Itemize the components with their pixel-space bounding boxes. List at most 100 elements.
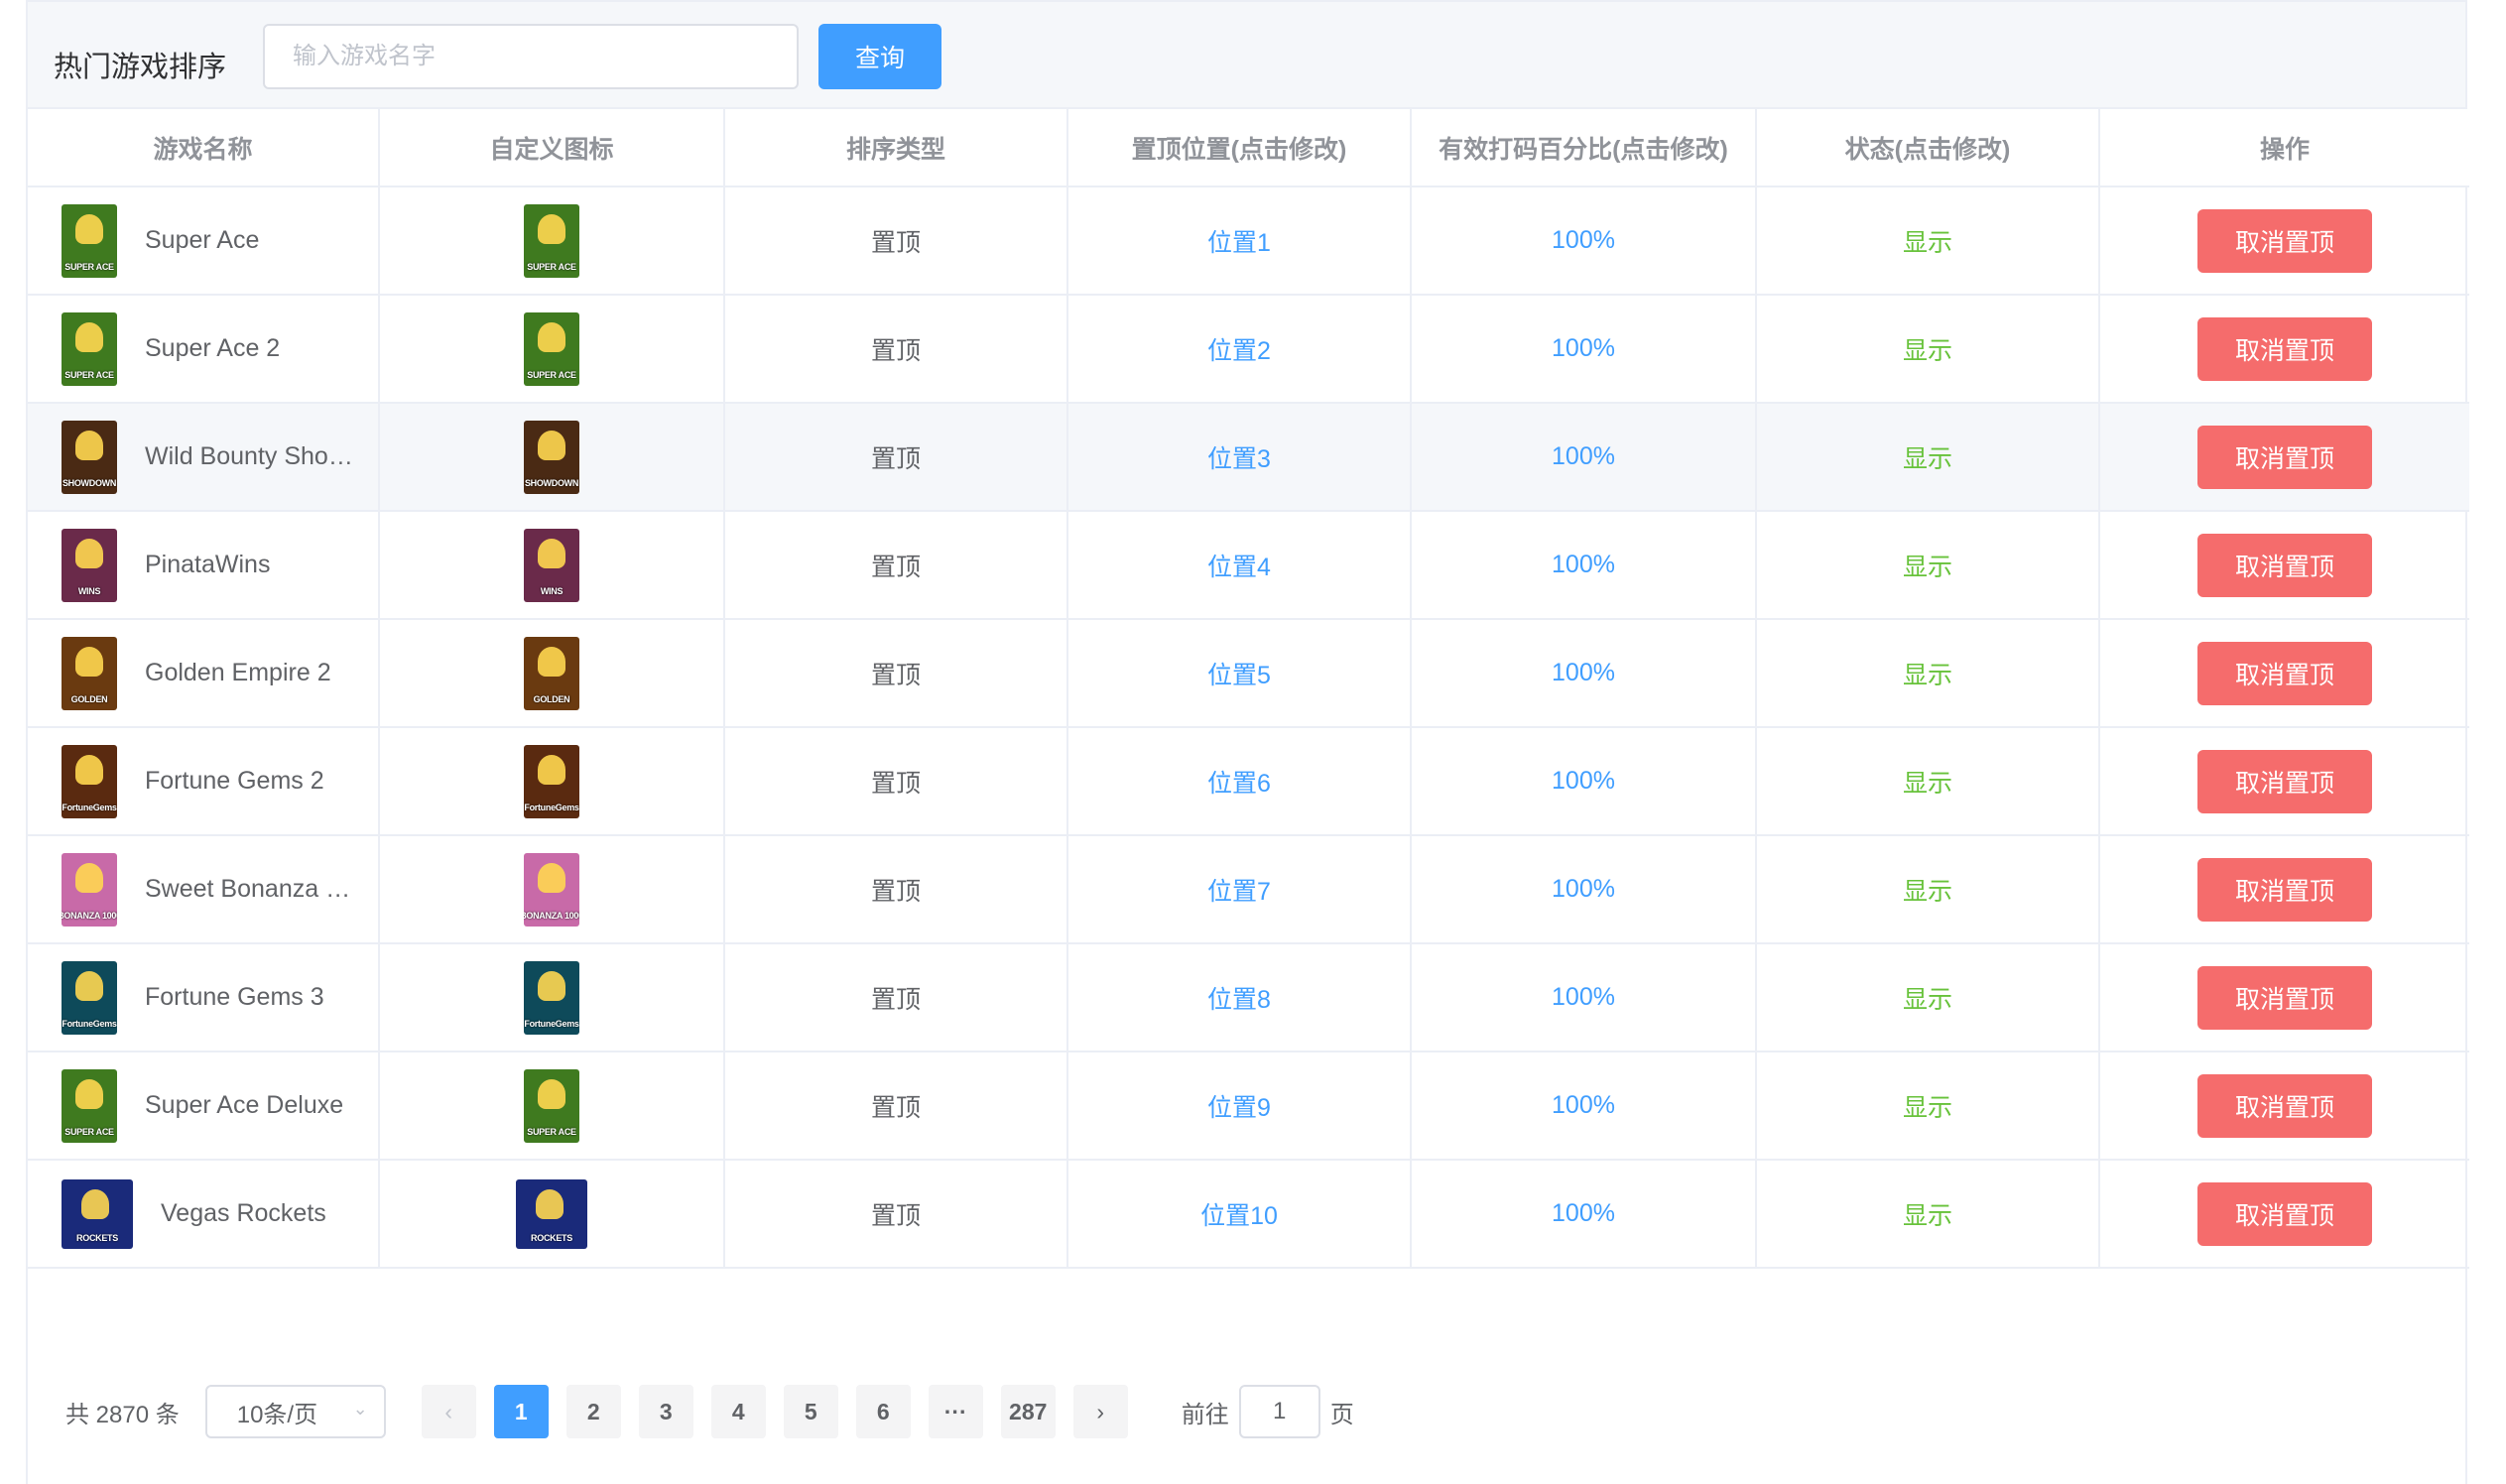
action-cell: 取消置顶 <box>2099 1051 2469 1161</box>
pin-position-link[interactable]: 位置10 <box>1200 1202 1278 1230</box>
pin-position-cell: 位置10 <box>1067 1160 1412 1269</box>
status-toggle[interactable]: 显示 <box>1903 986 1952 1014</box>
game-thumbnail: GOLDEN <box>62 636 117 710</box>
status-toggle[interactable]: 显示 <box>1903 878 1952 906</box>
page-number-button[interactable]: 3 <box>638 1385 693 1438</box>
game-name: Super Ace Deluxe <box>145 1091 344 1119</box>
valid-bet-percent-cell: 100% <box>1411 835 1757 944</box>
game-name-cell: FortuneGems Fortune Gems 3 <box>28 943 380 1052</box>
status-toggle[interactable]: 显示 <box>1903 229 1952 257</box>
table-row: SHOWDOWN Wild Bounty Sho… SHOWDOWN 置顶 位置… <box>28 403 2469 512</box>
status-toggle[interactable]: 显示 <box>1903 770 1952 798</box>
chevron-left-icon: ‹ <box>444 1398 453 1424</box>
pin-position-cell: 位置7 <box>1067 835 1412 944</box>
action-cell: 取消置顶 <box>2099 727 2469 836</box>
game-name-cell: WINS PinataWins <box>28 511 380 620</box>
valid-bet-percent-link[interactable]: 100% <box>1552 983 1615 1011</box>
game-thumbnail: ROCKETS <box>62 1178 133 1249</box>
valid-bet-percent-link[interactable]: 100% <box>1552 1199 1615 1227</box>
page-number-button[interactable]: 6 <box>855 1385 911 1438</box>
custom-icon-cell: SHOWDOWN <box>379 403 725 512</box>
prev-page-button[interactable]: ‹ <box>421 1385 476 1438</box>
unpin-button[interactable]: 取消置顶 <box>2197 316 2372 381</box>
valid-bet-percent-link[interactable]: 100% <box>1552 442 1615 470</box>
status-cell: 显示 <box>1756 295 2100 404</box>
custom-game-icon: SUPER ACE <box>524 1068 579 1143</box>
status-toggle[interactable]: 显示 <box>1903 337 1952 365</box>
status-toggle[interactable]: 显示 <box>1903 445 1952 473</box>
unpin-button[interactable]: 取消置顶 <box>2197 425 2372 489</box>
chevron-down-icon: ⌄ <box>352 1399 368 1419</box>
next-page-button[interactable]: › <box>1072 1385 1128 1438</box>
status-toggle[interactable]: 显示 <box>1903 1202 1952 1230</box>
pin-position-link[interactable]: 位置8 <box>1207 986 1271 1014</box>
unpin-button[interactable]: 取消置顶 <box>2197 1181 2372 1246</box>
sort-type-cell: 置顶 <box>724 943 1068 1052</box>
page-ellipsis-button[interactable]: ··· <box>928 1385 983 1438</box>
page-number-button[interactable]: 4 <box>710 1385 766 1438</box>
unpin-button[interactable]: 取消置顶 <box>2197 857 2372 922</box>
goto-page-input[interactable] <box>1238 1385 1320 1438</box>
custom-icon-cell: FortuneGems <box>379 727 725 836</box>
table-row: SUPER ACE Super Ace 2 SUPER ACE 置顶 位置2 1… <box>28 295 2469 404</box>
custom-icon-cell: GOLDEN <box>379 619 725 728</box>
valid-bet-percent-link[interactable]: 100% <box>1552 226 1615 254</box>
table-row: FortuneGems Fortune Gems 3 FortuneGems 置… <box>28 943 2469 1052</box>
sort-type-cell: 置顶 <box>724 403 1068 512</box>
action-cell: 取消置顶 <box>2099 1160 2469 1269</box>
status-toggle[interactable]: 显示 <box>1903 554 1952 581</box>
valid-bet-percent-link[interactable]: 100% <box>1552 875 1615 903</box>
table-row: ROCKETS Vegas Rockets ROCKETS 置顶 位置10 10… <box>28 1160 2469 1269</box>
page-number-button[interactable]: 1 <box>493 1385 549 1438</box>
valid-bet-percent-link[interactable]: 100% <box>1552 334 1615 362</box>
unpin-button[interactable]: 取消置顶 <box>2197 533 2372 597</box>
pin-position-link[interactable]: 位置9 <box>1207 1094 1271 1122</box>
pin-position-link[interactable]: 位置5 <box>1207 662 1271 689</box>
pin-position-link[interactable]: 位置4 <box>1207 554 1271 581</box>
action-cell: 取消置顶 <box>2099 619 2469 728</box>
valid-bet-percent-link[interactable]: 100% <box>1552 767 1615 795</box>
table-row: SUPER ACE Super Ace SUPER ACE 置顶 位置1 100… <box>28 186 2469 296</box>
table-row: WINS PinataWins WINS 置顶 位置4 100% 显示 取消置顶 <box>28 511 2469 620</box>
game-name: Super Ace <box>145 226 260 254</box>
valid-bet-percent-link[interactable]: 100% <box>1552 551 1615 578</box>
pin-position-link[interactable]: 位置2 <box>1207 337 1271 365</box>
game-name-search-input[interactable] <box>263 24 799 89</box>
pin-position-cell: 位置1 <box>1067 186 1412 296</box>
table-row: FortuneGems Fortune Gems 2 FortuneGems 置… <box>28 727 2469 836</box>
column-header-game-name: 游戏名称 <box>28 109 380 187</box>
sort-type-cell: 置顶 <box>724 1051 1068 1161</box>
pin-position-link[interactable]: 位置7 <box>1207 878 1271 906</box>
page-number-button[interactable]: 5 <box>783 1385 838 1438</box>
action-cell: 取消置顶 <box>2099 943 2469 1052</box>
valid-bet-percent-cell: 100% <box>1411 727 1757 836</box>
status-toggle[interactable]: 显示 <box>1903 1094 1952 1122</box>
chevron-right-icon: › <box>1096 1398 1105 1424</box>
pin-position-link[interactable]: 位置1 <box>1207 229 1271 257</box>
unpin-button[interactable]: 取消置顶 <box>2197 749 2372 813</box>
game-name: Sweet Bonanza … <box>145 875 351 903</box>
valid-bet-percent-link[interactable]: 100% <box>1552 659 1615 686</box>
valid-bet-percent-link[interactable]: 100% <box>1552 1091 1615 1119</box>
pin-position-link[interactable]: 位置6 <box>1207 770 1271 798</box>
query-button[interactable]: 查询 <box>818 24 941 89</box>
status-cell: 显示 <box>1756 727 2100 836</box>
sort-type-cell: 置顶 <box>724 186 1068 296</box>
unpin-button[interactable]: 取消置顶 <box>2197 965 2372 1030</box>
unpin-button[interactable]: 取消置顶 <box>2197 208 2372 273</box>
game-thumbnail: SUPER ACE <box>62 1068 117 1143</box>
custom-game-icon: SUPER ACE <box>524 203 579 278</box>
unpin-button[interactable]: 取消置顶 <box>2197 1073 2372 1138</box>
game-sort-panel: 热门游戏排序 查询 游戏名称 自定义图标 排序类型 置顶位置(点击修改) 有效打… <box>26 0 2469 1484</box>
page-number-button[interactable]: 287 <box>1000 1385 1056 1438</box>
page-number-button[interactable]: 2 <box>565 1385 621 1438</box>
pin-position-cell: 位置3 <box>1067 403 1412 512</box>
toolbar: 热门游戏排序 查询 <box>28 0 2465 109</box>
pin-position-cell: 位置8 <box>1067 943 1412 1052</box>
page-size-select[interactable]: 10条/页 ⌄ <box>204 1385 386 1438</box>
pin-position-link[interactable]: 位置3 <box>1207 445 1271 473</box>
status-cell: 显示 <box>1756 403 2100 512</box>
game-name: Super Ace 2 <box>145 334 281 362</box>
unpin-button[interactable]: 取消置顶 <box>2197 641 2372 705</box>
status-toggle[interactable]: 显示 <box>1903 662 1952 689</box>
